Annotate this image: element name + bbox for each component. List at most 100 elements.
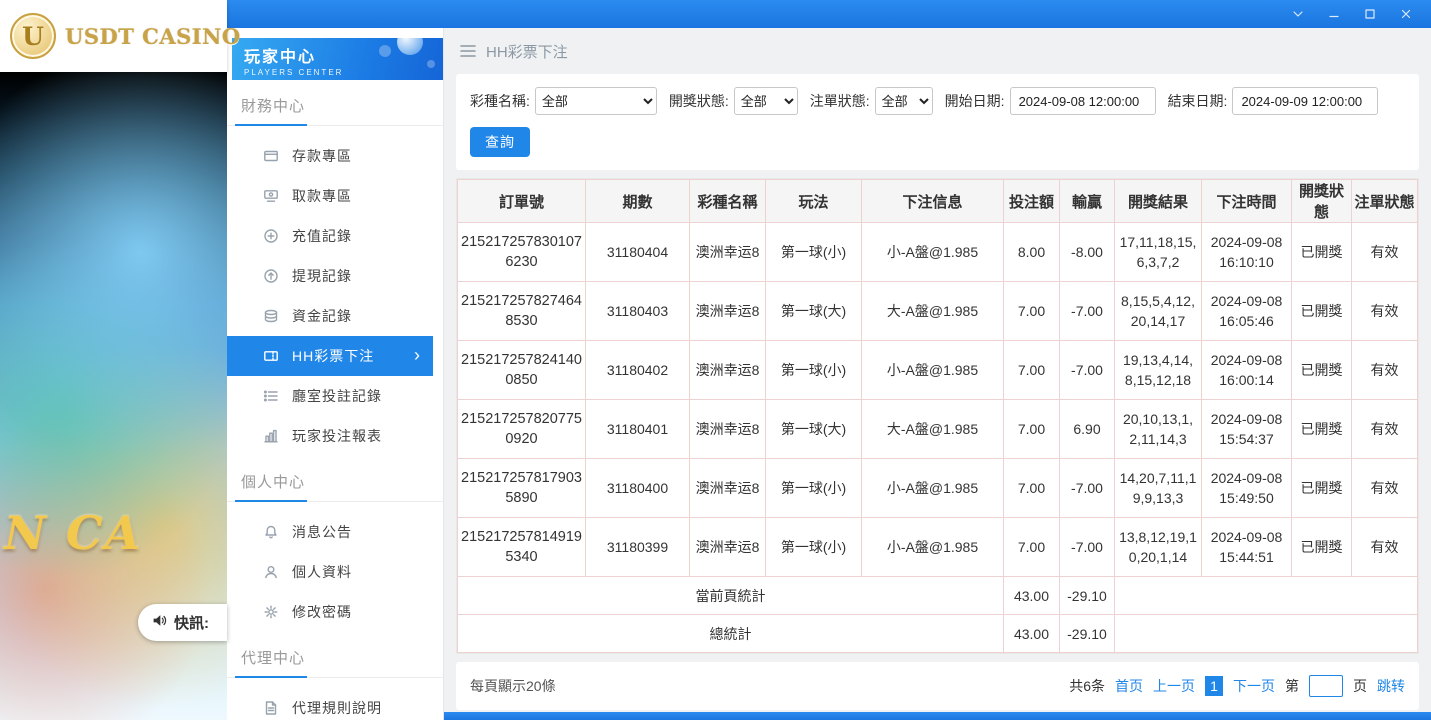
column-header: 期數 [586,180,690,223]
jump-button[interactable]: 跳转 [1377,676,1405,696]
table-cell: 第一球(小) [766,518,862,577]
table-cell: 14,20,7,11,19,9,13,3 [1115,459,1202,518]
column-header: 玩法 [766,180,862,223]
lottery-ticket-icon [263,348,279,364]
table-cell: 19,13,4,14,8,15,12,18 [1115,341,1202,400]
table-cell: 第一球(小) [766,459,862,518]
table-cell: 2024-09-08 16:10:10 [1202,223,1292,282]
sidebar-item-change-password[interactable]: 修改密碼 [227,592,443,632]
table-cell: 第一球(小) [766,341,862,400]
quick-news-button[interactable]: 快訊: [138,604,227,641]
table-cell: 第一球(大) [766,400,862,459]
stats-empty [1115,615,1418,653]
table-cell: 小-A盤@1.985 [862,341,1004,400]
table-cell: 2024-09-08 15:44:51 [1202,518,1292,577]
sidebar-item-withdraw[interactable]: 取款專區 [227,176,443,216]
bell-icon [263,524,279,540]
table-cell: 有效 [1352,518,1418,577]
table-cell: 澳洲幸运8 [690,223,766,282]
section-title: 代理中心 [227,632,443,678]
table-cell: -7.00 [1060,341,1115,400]
total-count: 共6条 [1069,676,1105,696]
table-cell: 2024-09-08 15:49:50 [1202,459,1292,518]
user-icon [263,564,279,580]
sidebar-item-fund-record[interactable]: 資金記錄 [227,296,443,336]
sidebar-nav: 財務中心存款專區取款專區充值記錄提現記錄資金記錄HH彩票下注›廳室投註記錄玩家投… [227,80,443,720]
table-cell: 31180399 [586,518,690,577]
first-page-link[interactable]: 首页 [1115,676,1143,696]
table-cell: 已開獎 [1292,459,1352,518]
column-header: 下注時間 [1202,180,1292,223]
promo-art-text: N CA [4,506,142,560]
current-page[interactable]: 1 [1205,676,1223,696]
column-header: 輸贏 [1060,180,1115,223]
window-bottom-edge [444,712,1431,720]
jump-prefix-label: 第 [1285,676,1299,696]
quick-news-label: 快訊: [174,612,209,633]
table-cell: 7.00 [1004,459,1060,518]
right-panel: 玩家中心 PLAYERS CENTER 財務中心存款專區取款專區充值記錄提現記錄… [227,0,1431,720]
sidebar-item-agent-rules[interactable]: 代理規則說明 [227,688,443,720]
table-row: 215217257824140085031180402澳洲幸运8第一球(小)小-… [458,341,1418,400]
table-cell: 已開獎 [1292,341,1352,400]
lottery-type-select[interactable]: 全部 [535,87,657,115]
sidebar-item-label: 消息公告 [292,522,352,542]
table-cell: 17,11,18,15,6,3,7,2 [1115,223,1202,282]
chevron-down-icon[interactable] [1287,4,1309,24]
table-cell: 31180401 [586,400,690,459]
page-jump-input[interactable] [1309,675,1343,697]
window-controls [1287,4,1417,24]
menu-toggle-icon[interactable] [460,44,476,58]
table-row: 215217257830107623031180404澳洲幸运8第一球(小)小-… [458,223,1418,282]
table-cell: 小-A盤@1.985 [862,459,1004,518]
lottery-type-label: 彩種名稱: [470,91,530,111]
table-cell: 7.00 [1004,341,1060,400]
sidebar-item-label: 個人資料 [292,562,352,582]
minimize-icon[interactable] [1323,4,1345,24]
sidebar-item-deposit[interactable]: 存款專區 [227,136,443,176]
table-cell: 澳洲幸运8 [690,282,766,341]
close-icon[interactable] [1395,4,1417,24]
start-date-label: 開始日期: [945,91,1005,111]
table-cell: 有效 [1352,341,1418,400]
query-button[interactable]: 查詢 [470,127,530,157]
start-date-input[interactable] [1010,87,1156,115]
page-stats-row: 當前頁統計43.00-29.10 [458,577,1418,615]
column-header: 開獎狀態 [1292,180,1352,223]
chevron-right-icon: › [414,346,421,364]
filter-panel: 彩種名稱: 全部 開獎狀態: 全部 注單狀態: 全部 開始日期: 結束日期: 查… [456,74,1419,170]
table-cell: 2152172578207750920 [458,400,586,459]
end-date-label: 結束日期: [1168,91,1228,111]
sidebar-item-room-bet-record[interactable]: 廳室投註記錄 [227,376,443,416]
sidebar-item-recharge-record[interactable]: 充值記錄 [227,216,443,256]
brand-logo-letter: U [22,22,44,51]
sidebar-item-label: 代理規則說明 [292,698,382,718]
sidebar-item-label: 資金記錄 [292,306,352,326]
withdraw-icon [263,188,279,204]
section-title: 個人中心 [227,456,443,502]
stats-label: 總統計 [458,615,1004,653]
table-cell: 小-A盤@1.985 [862,223,1004,282]
table-row: 215217257820775092031180401澳洲幸运8第一球(大)大-… [458,400,1418,459]
sidebar-item-profile[interactable]: 個人資料 [227,552,443,592]
sidebar-item-hh-lottery-bet[interactable]: HH彩票下注› [227,336,433,376]
prev-page-link[interactable]: 上一页 [1153,676,1195,696]
table-header-row: 訂單號期數彩種名稱玩法下注信息投注額輸贏開獎結果下注時間開獎狀態注單狀態 [458,180,1418,223]
table-cell: 2152172578241400850 [458,341,586,400]
order-status-select[interactable]: 全部 [875,87,933,115]
next-page-link[interactable]: 下一页 [1233,676,1275,696]
table-cell: 大-A盤@1.985 [862,400,1004,459]
table-cell: 已開獎 [1292,223,1352,282]
table-row: 215217257827464853031180403澳洲幸运8第一球(大)大-… [458,282,1418,341]
table-cell: 有效 [1352,223,1418,282]
sidebar-item-player-bet-report[interactable]: 玩家投注報表 [227,416,443,456]
deposit-icon [263,148,279,164]
end-date-input[interactable] [1232,87,1378,115]
draw-status-select[interactable]: 全部 [734,87,798,115]
page-header: HH彩票下注 [444,28,1431,74]
stats-winloss-total: -29.10 [1060,615,1115,653]
brand-name: USDT CASINO [65,24,241,49]
sidebar-item-announcements[interactable]: 消息公告 [227,512,443,552]
sidebar-item-withdrawal-record[interactable]: 提現記錄 [227,256,443,296]
maximize-icon[interactable] [1359,4,1381,24]
